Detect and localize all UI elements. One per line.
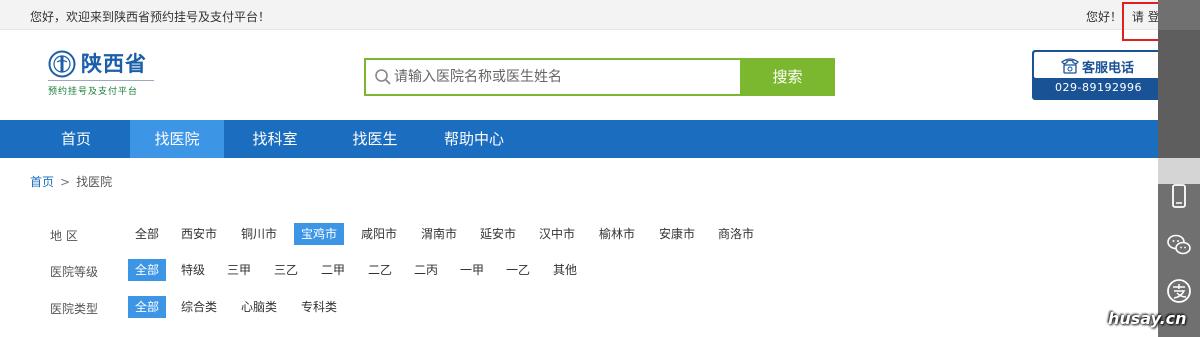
search-icon — [375, 69, 391, 85]
region-option-hanzhong[interactable]: 汉中市 — [532, 223, 582, 245]
greeting-text: 您好！ — [1086, 10, 1123, 24]
region-option-all[interactable]: 全部 — [128, 223, 166, 245]
search-box: 搜索 — [364, 58, 835, 96]
filter-region-label: 地 区 — [50, 229, 78, 243]
nav-item-home[interactable]: 首页 — [30, 120, 122, 158]
level-option-2b[interactable]: 二乙 — [361, 259, 399, 281]
region-option-shangluo[interactable]: 商洛市 — [711, 223, 761, 245]
sidebar-top-panel — [1158, 30, 1200, 158]
type-option-all[interactable]: 全部 — [128, 296, 167, 318]
region-option-yanan[interactable]: 延安市 — [473, 223, 523, 245]
service-phone-number: 029-89192996 — [1055, 81, 1142, 94]
region-option-ankang[interactable]: 安康市 — [652, 223, 702, 245]
alipay-icon[interactable] — [1165, 277, 1193, 305]
sidebar-separator — [1158, 158, 1200, 184]
welcome-text: 您好，欢迎来到陕西省预约挂号及支付平台！ — [30, 10, 271, 24]
region-option-xianyang[interactable]: 咸阳市 — [354, 223, 404, 245]
service-header: 客服电话 — [1034, 52, 1163, 78]
login-prefix[interactable]: 请 — [1132, 10, 1144, 24]
region-option-tongchuan[interactable]: 铜川市 — [234, 223, 284, 245]
nav-item-find-doctor[interactable]: 找医生 — [332, 120, 418, 158]
right-sidebar — [1158, 0, 1200, 337]
logo-divider — [48, 80, 154, 81]
service-label: 客服电话 — [1082, 61, 1135, 76]
level-option-3a[interactable]: 三甲 — [220, 259, 258, 281]
level-option-special[interactable]: 特级 — [174, 259, 212, 281]
breadcrumb-home-link[interactable]: 首页 — [30, 175, 54, 189]
mobile-icon[interactable] — [1165, 182, 1193, 210]
nav-item-find-hospital[interactable]: 找医院 — [130, 120, 224, 158]
filter-region-row: 地 区 全部 西安市 铜川市 宝鸡市 咸阳市 渭南市 延安市 汉中市 榆林市 安… — [50, 223, 810, 247]
breadcrumb-separator: > — [60, 175, 71, 189]
customer-service-box: 客服电话 029-89192996 — [1032, 50, 1165, 100]
breadcrumb: 首页 > 找医院 — [30, 173, 112, 190]
nav-item-help-center[interactable]: 帮助中心 — [430, 120, 518, 158]
nav-item-find-department[interactable]: 找科室 — [232, 120, 318, 158]
level-option-1a[interactable]: 一甲 — [453, 259, 491, 281]
main-nav: 首页 找医院 找科室 找医生 帮助中心 — [0, 120, 1158, 158]
watermark-text: husay.cn — [1108, 309, 1187, 328]
filter-level-row: 医院等级 全部 特级 三甲 三乙 二甲 二乙 二丙 一甲 一乙 其他 — [50, 259, 610, 283]
wechat-icon[interactable] — [1165, 231, 1193, 259]
logo-subtitle: 预约挂号及支付平台 — [48, 87, 139, 97]
type-option-cardio[interactable]: 心脑类 — [234, 296, 284, 318]
region-option-weinan[interactable]: 渭南市 — [414, 223, 464, 245]
telephone-icon — [1061, 58, 1079, 74]
region-option-baoji[interactable]: 宝鸡市 — [294, 223, 345, 245]
region-option-yulin[interactable]: 榆林市 — [592, 223, 642, 245]
emblem-icon — [48, 50, 76, 78]
filter-type-row: 医院类型 全部 综合类 心脑类 专科类 — [50, 296, 370, 320]
level-option-2c[interactable]: 二丙 — [407, 259, 445, 281]
region-option-xian[interactable]: 西安市 — [174, 223, 224, 245]
top-bar: 您好，欢迎来到陕西省预约挂号及支付平台！ 您好！ 请 登录 — [0, 0, 1200, 30]
level-option-1b[interactable]: 一乙 — [499, 259, 537, 281]
type-option-general[interactable]: 综合类 — [174, 296, 224, 318]
logo-province: 陕西省 — [81, 52, 147, 76]
level-option-2a[interactable]: 二甲 — [314, 259, 352, 281]
level-option-other[interactable]: 其他 — [546, 259, 584, 281]
search-input[interactable] — [394, 66, 734, 88]
breadcrumb-current: 找医院 — [76, 175, 113, 189]
filter-type-label: 医院类型 — [50, 302, 99, 316]
type-option-specialty[interactable]: 专科类 — [294, 296, 344, 318]
search-button[interactable]: 搜索 — [740, 58, 835, 96]
filter-level-label: 医院等级 — [50, 265, 99, 279]
site-logo[interactable]: 陕西省 预约挂号及支付平台 — [48, 48, 158, 98]
level-option-all[interactable]: 全部 — [128, 259, 167, 281]
level-option-3b[interactable]: 三乙 — [267, 259, 305, 281]
